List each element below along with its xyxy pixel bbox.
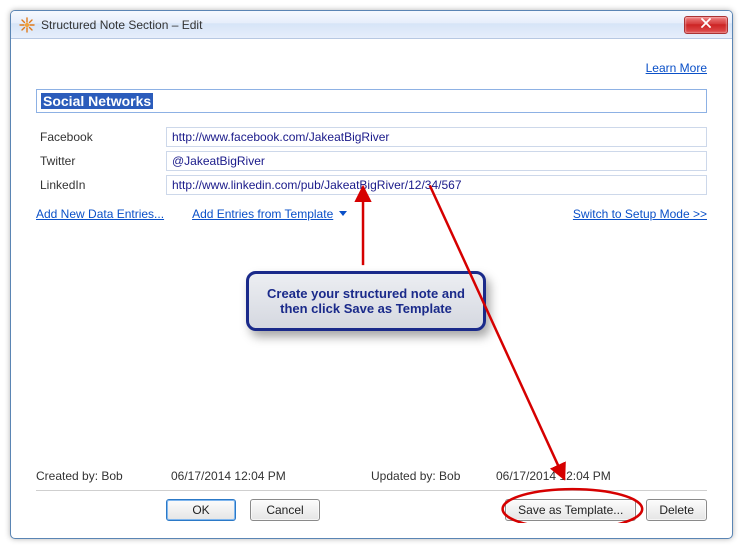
title-bar: Structured Note Section – Edit (11, 11, 732, 39)
close-icon (700, 18, 712, 31)
delete-button[interactable]: Delete (646, 499, 707, 521)
add-new-entries-link[interactable]: Add New Data Entries... (36, 207, 164, 221)
learn-more-link[interactable]: Learn More (646, 61, 707, 75)
entries-grid: Facebook http://www.facebook.com/JakeatB… (36, 125, 707, 197)
entry-value-input[interactable]: @JakeatBigRiver (166, 151, 707, 171)
created-by-label: Created by: Bob (36, 469, 171, 483)
created-time: 06/17/2014 12:04 PM (171, 469, 371, 483)
footer-metadata: Created by: Bob 06/17/2014 12:04 PM Upda… (36, 469, 707, 483)
entry-row: Facebook http://www.facebook.com/JakeatB… (36, 125, 707, 149)
updated-by-label: Updated by: Bob (371, 469, 496, 483)
entry-row: Twitter @JakeatBigRiver (36, 149, 707, 173)
entry-value-input[interactable]: http://www.linkedin.com/pub/JakeatBigRiv… (166, 175, 707, 195)
entry-label: Facebook (36, 130, 166, 144)
close-button[interactable] (684, 16, 728, 34)
updated-time: 06/17/2014 12:04 PM (496, 469, 611, 483)
callout-line: then click Save as Template (259, 301, 473, 316)
entry-label: LinkedIn (36, 178, 166, 192)
section-title-text: Social Networks (41, 93, 153, 109)
entry-label: Twitter (36, 154, 166, 168)
add-from-template-link[interactable]: Add Entries from Template (192, 207, 347, 221)
dropdown-arrow-icon (339, 211, 347, 216)
dialog-window: Structured Note Section – Edit Learn Mor… (10, 10, 733, 539)
section-title-input[interactable]: Social Networks (36, 89, 707, 113)
callout-line: Create your structured note and (259, 286, 473, 301)
ok-button[interactable]: OK (166, 499, 236, 521)
save-as-template-button[interactable]: Save as Template... (505, 499, 636, 521)
footer-divider (36, 490, 707, 491)
window-title: Structured Note Section – Edit (41, 18, 202, 32)
button-row: OK Cancel Save as Template... Delete (36, 497, 707, 523)
app-icon (19, 17, 35, 33)
entry-row: LinkedIn http://www.linkedin.com/pub/Jak… (36, 173, 707, 197)
cancel-button[interactable]: Cancel (250, 499, 320, 521)
content-area: Learn More Social Networks Facebook http… (36, 61, 707, 523)
action-links-row: Add New Data Entries... Add Entries from… (36, 207, 707, 221)
instruction-callout: Create your structured note and then cli… (246, 271, 486, 331)
entry-value-input[interactable]: http://www.facebook.com/JakeatBigRiver (166, 127, 707, 147)
switch-setup-mode-link[interactable]: Switch to Setup Mode >> (573, 207, 707, 221)
